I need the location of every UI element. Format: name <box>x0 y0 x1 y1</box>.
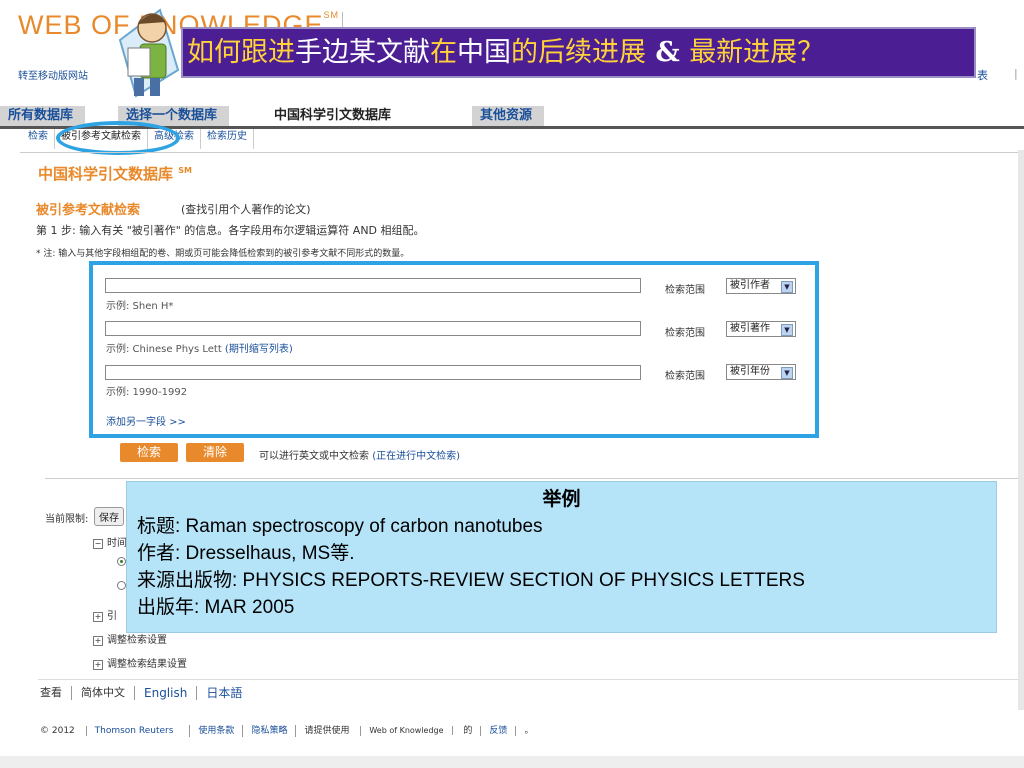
collapse-icon[interactable]: − <box>93 539 103 549</box>
expand-icon[interactable]: + <box>93 660 103 670</box>
scope-label: 检索范围 <box>665 285 705 296</box>
cited-author-example: 示例: Shen H* <box>106 301 174 312</box>
field-select-cited-author[interactable]: 被引作者 ▼ <box>726 278 796 294</box>
banner-part-1: 如何跟进 <box>187 37 295 68</box>
banner-part-7: 最新进展？ <box>689 37 825 68</box>
example-source: 来源出版物: PHYSICS REPORTS-REVIEW SECTION OF… <box>137 570 805 591</box>
chevron-down-icon[interactable]: ▼ <box>781 281 793 293</box>
subnav-search-history[interactable]: 检索历史 <box>201 129 254 149</box>
chinese-search-link[interactable]: (正在进行中文检索) <box>372 451 460 462</box>
cited-work-example: 示例: Chinese Phys Lett (期刊缩写列表) <box>106 344 293 355</box>
timespan-radio-2[interactable] <box>117 581 126 590</box>
scrollbar-track[interactable] <box>1018 150 1024 710</box>
tree-item-search-settings[interactable]: + 调整检索设置 <box>93 631 167 646</box>
banner-part-5: 的后续进展 <box>511 37 646 68</box>
footer: © 2012 Thomson Reuters 使用条款 隐私策略 请提供使用 W… <box>40 725 549 737</box>
tab-other-resources[interactable]: 其他资源 <box>472 106 545 126</box>
banner-part-2: 手边某文献 <box>295 37 430 68</box>
clear-button[interactable]: 清除 <box>186 443 244 462</box>
save-limits-button[interactable]: 保存 <box>94 507 124 526</box>
scope-label: 检索范围 <box>665 371 705 382</box>
lang-english[interactable]: English <box>135 686 198 700</box>
cited-author-input[interactable] <box>105 278 641 293</box>
cited-work-input[interactable] <box>105 321 641 336</box>
current-limits-label: 当前限制: <box>45 514 89 525</box>
terms-link[interactable]: 使用条款 <box>190 725 244 737</box>
example-year: 出版年: MAR 2005 <box>137 597 295 618</box>
search-note: * 注: 输入与其他字段相组配的卷、期或页可能会降低检索到的被引参考文献不同形式… <box>36 249 410 259</box>
step-instructions: 第 1 步: 输入有关 "被引著作" 的信息。各字段用布尔逻辑运算符 AND 相… <box>36 224 425 237</box>
database-title: 中国科学引文数据库 SM <box>38 165 192 183</box>
tab-cscd[interactable]: 中国科学引文数据库 <box>266 106 404 126</box>
cited-year-input[interactable] <box>105 365 641 380</box>
divider <box>38 679 1024 680</box>
scope-label: 检索范围 <box>665 328 705 339</box>
language-hint: 可以进行英文或中文检索 (正在进行中文检索) <box>259 451 460 462</box>
banner-part-4: 中国 <box>457 37 511 68</box>
expand-icon[interactable]: + <box>93 612 103 622</box>
top-right-link[interactable]: 表 <box>977 67 988 83</box>
thomson-reuters-link[interactable]: Thomson Reuters <box>87 726 182 736</box>
field-select-cited-year[interactable]: 被引年份 ▼ <box>726 364 796 380</box>
example-title: 标题: Raman spectroscopy of carbon nanotub… <box>137 516 543 537</box>
feedback-text: 请提供使用 Web of Knowledge 的反馈。 <box>304 726 534 736</box>
add-field-link[interactable]: 添加另一字段 >> <box>106 413 186 428</box>
copyright: © 2012 Thomson Reuters <box>40 725 191 737</box>
field-select-cited-work[interactable]: 被引著作 ▼ <box>726 321 796 337</box>
tree-item-result-settings[interactable]: + 调整检索结果设置 <box>93 655 187 670</box>
journal-abbrev-link[interactable]: (期刊缩写列表) <box>225 344 293 355</box>
banner-part-3: 在 <box>430 37 457 68</box>
example-author: 作者: Dresselhaus, MS等. <box>137 543 355 564</box>
example-heading: 举例 <box>542 489 581 510</box>
top-right-separator: | <box>1014 67 1018 80</box>
feedback-link[interactable]: 反馈 <box>481 726 517 736</box>
lang-simplified-chinese[interactable]: 简体中文 <box>72 686 135 700</box>
privacy-link[interactable]: 隐私策略 <box>243 725 297 737</box>
chevron-down-icon[interactable]: ▼ <box>781 324 793 336</box>
language-switcher: 查看 简体中文 English 日本語 <box>40 686 251 700</box>
highlight-ellipse <box>56 121 180 155</box>
search-subtitle: (查找引用个人著作的论文) <box>181 203 311 216</box>
time-span-node[interactable]: − 时间 <box>93 534 127 549</box>
search-button[interactable]: 检索 <box>120 443 178 462</box>
banner-part-6: & <box>646 37 690 68</box>
bottom-band <box>0 756 1024 768</box>
chevron-down-icon[interactable]: ▼ <box>781 367 793 379</box>
tab-all-databases[interactable]: 所有数据库 <box>0 106 86 126</box>
example-callout: 举例 标题: Raman spectroscopy of carbon nano… <box>126 481 997 633</box>
divider <box>45 478 1024 479</box>
view-label: 查看 <box>40 686 72 700</box>
subnav-search[interactable]: 检索 <box>22 129 55 149</box>
cited-year-example: 示例: 1990-1992 <box>106 387 188 398</box>
question-banner: 如何跟进手边某文献在中国的后续进展 & 最新进展？ <box>181 27 976 78</box>
lang-japanese[interactable]: 日本語 <box>197 686 251 700</box>
divider <box>20 152 1024 153</box>
mobile-site-link[interactable]: 转至移动版网站 <box>18 67 88 82</box>
tree-item-citation[interactable]: + 引 <box>93 607 117 622</box>
search-title: 被引参考文献检索 <box>36 203 141 218</box>
expand-icon[interactable]: + <box>93 636 103 646</box>
timespan-radio-1[interactable] <box>117 557 126 566</box>
